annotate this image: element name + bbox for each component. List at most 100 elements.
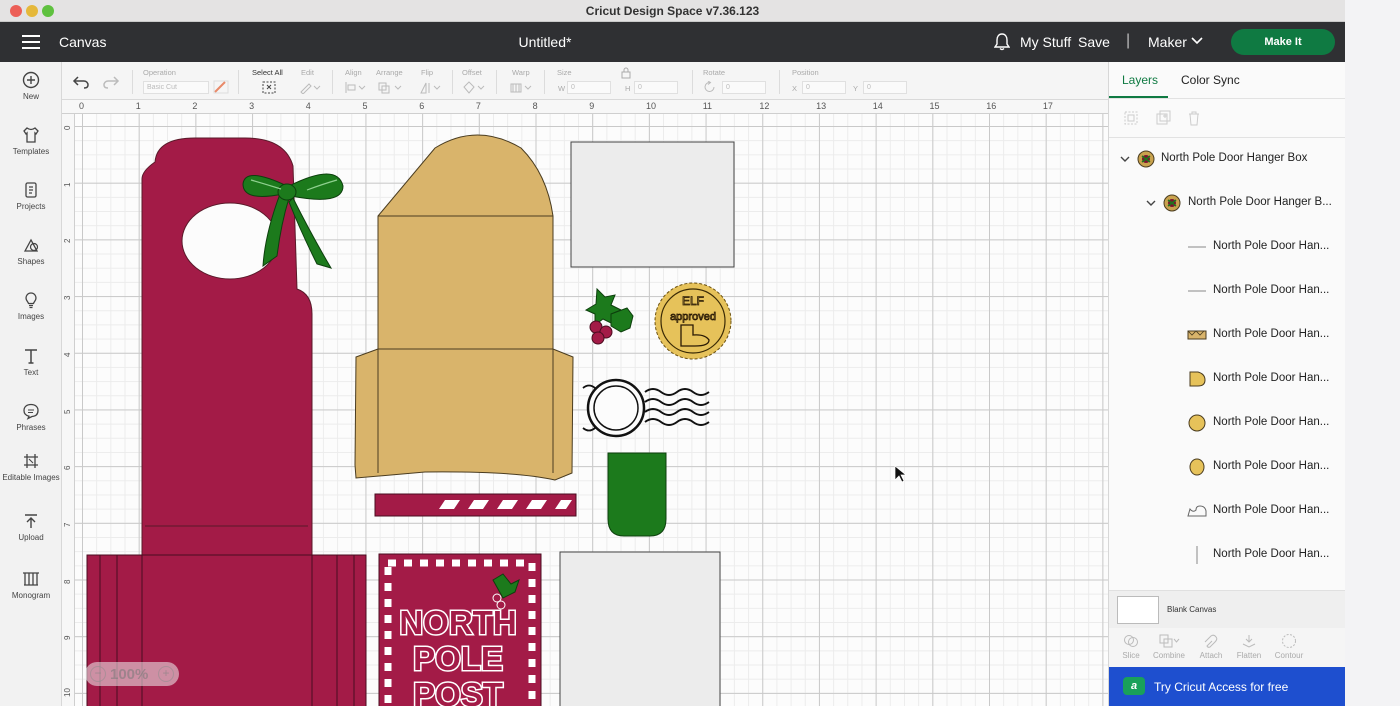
ruler-top-label: 0 — [79, 101, 85, 111]
machine-select[interactable]: Maker — [1148, 34, 1187, 50]
position-label: Position — [792, 68, 819, 77]
sidebar-item-images[interactable]: Images — [0, 291, 62, 321]
layer-row[interactable]: North Pole Door Han... — [1187, 237, 1342, 257]
group-icon[interactable] — [1123, 110, 1139, 126]
zoom-in-button[interactable]: + — [158, 666, 174, 682]
ruler-left: 0 1 2 3 4 5 6 7 8 9 10 — [62, 114, 75, 706]
duplicate-icon[interactable] — [1155, 110, 1171, 126]
layer-group-row[interactable]: North Pole Door Hanger B... — [1145, 193, 1345, 213]
layer-name: North Pole Door Hanger B... — [1188, 196, 1332, 208]
x-position-input[interactable]: 0 — [802, 81, 846, 94]
white-card-bottom[interactable] — [559, 551, 721, 706]
tab-layers[interactable]: Layers — [1122, 73, 1158, 87]
flip-icon[interactable] — [419, 81, 441, 94]
sidebar-item-monogram[interactable]: Monogram — [0, 570, 62, 600]
tan-box-shape[interactable] — [354, 134, 574, 481]
attach-button[interactable]: Attach — [1191, 633, 1231, 660]
sidebar-item-editable-images[interactable]: Editable Images — [0, 452, 62, 482]
line-horizontal-icon — [1188, 290, 1206, 292]
sidebar-item-upload[interactable]: Upload — [0, 512, 62, 542]
contour-label: Contour — [1274, 651, 1304, 660]
sidebar-item-phrases[interactable]: Phrases — [0, 402, 62, 432]
monogram-icon — [23, 572, 39, 586]
white-card-top[interactable] — [570, 141, 735, 268]
sidebar-item-new[interactable]: New — [0, 71, 62, 101]
title-bar: Cricut Design Space v7.36.123 — [0, 0, 1345, 22]
north-pole-post-card[interactable]: NORTH POLE POST — [378, 553, 542, 706]
sidebar-item-label: Phrases — [16, 423, 46, 432]
chevron-down-icon[interactable] — [1191, 36, 1203, 46]
elf-approved-seal[interactable]: ELF approved — [654, 282, 732, 360]
save-button[interactable]: Save — [1078, 34, 1110, 50]
size-h-label: H — [625, 84, 631, 93]
speech-bubble-icon — [23, 403, 39, 420]
postmark-graphic[interactable] — [582, 378, 710, 438]
toolbar-divider — [332, 70, 333, 94]
offset-icon[interactable] — [462, 81, 486, 94]
chevron-down-icon[interactable] — [1145, 198, 1157, 208]
sidebar-item-label: Monogram — [11, 591, 51, 600]
ruler-top-label: 3 — [249, 101, 255, 111]
tab-color-sync[interactable]: Color Sync — [1181, 73, 1240, 87]
document-title[interactable]: Untitled* — [0, 34, 1090, 50]
make-it-button[interactable]: Make It — [1231, 29, 1335, 55]
stamp-text-bottom: approved — [670, 311, 716, 323]
canvas-color-swatch[interactable] — [1117, 596, 1159, 624]
warp-icon[interactable] — [509, 81, 533, 94]
layer-row[interactable]: North Pole Door Han... — [1187, 457, 1342, 477]
ruler-left-label: 0 — [63, 125, 72, 130]
layer-row[interactable]: North Pole Door Han... — [1187, 545, 1342, 565]
ruler-top-label: 9 — [589, 101, 595, 111]
redo-icon[interactable] — [102, 74, 120, 90]
bell-icon[interactable] — [994, 33, 1010, 51]
rotate-input[interactable]: 0 — [722, 81, 766, 94]
design-canvas[interactable]: ELF approved NORTH POLE POST — [75, 114, 1108, 706]
undo-icon[interactable] — [72, 74, 90, 90]
ruler-left-label: 10 — [63, 688, 72, 697]
edit-icon[interactable] — [299, 81, 321, 94]
sidebar-item-templates[interactable]: Templates — [0, 126, 62, 156]
sidebar-item-text[interactable]: Text — [0, 347, 62, 377]
toolbar-divider — [132, 70, 133, 94]
sidebar-item-projects[interactable]: Projects — [0, 181, 62, 211]
candy-stripe-band[interactable] — [374, 493, 577, 517]
trash-icon[interactable] — [1186, 110, 1202, 126]
access-banner-text: Try Cricut Access for free — [1154, 680, 1289, 694]
ruler-top-label: 13 — [816, 101, 827, 111]
layer-row[interactable]: North Pole Door Han... — [1187, 501, 1342, 521]
text-icon — [25, 349, 37, 364]
layer-row[interactable]: North Pole Door Han... — [1187, 281, 1342, 301]
layer-name: North Pole Door Han... — [1213, 548, 1330, 560]
lightbulb-icon — [25, 292, 37, 309]
contour-button[interactable]: Contour — [1269, 633, 1309, 660]
layer-row[interactable]: North Pole Door Han... — [1187, 369, 1342, 389]
layer-row[interactable]: North Pole Door Han... — [1187, 325, 1342, 345]
layer-group-row[interactable]: North Pole Door Hanger Box — [1119, 149, 1339, 169]
chevron-down-icon[interactable] — [1119, 154, 1131, 164]
toolbar-divider — [692, 70, 693, 94]
width-input[interactable]: 0 — [567, 81, 611, 94]
y-position-input[interactable]: 0 — [863, 81, 907, 94]
cricut-access-banner[interactable]: a Try Cricut Access for free — [1109, 667, 1345, 706]
blank-canvas-row[interactable]: Blank Canvas — [1109, 590, 1345, 628]
warp-label: Warp — [512, 68, 530, 77]
rotate-icon[interactable] — [703, 81, 717, 94]
height-input[interactable]: 0 — [634, 81, 678, 94]
my-stuff-link[interactable]: My Stuff — [1020, 34, 1071, 50]
zoom-out-button[interactable]: − — [90, 666, 106, 682]
panel-divider — [1109, 98, 1345, 99]
slice-button[interactable]: Slice — [1111, 633, 1151, 660]
select-all-icon[interactable] — [261, 80, 277, 95]
align-icon[interactable] — [344, 81, 366, 94]
green-pocket-shape[interactable] — [607, 452, 667, 537]
arrange-icon[interactable] — [377, 81, 403, 94]
app-window: Cricut Design Space v7.36.123 Canvas Unt… — [0, 0, 1345, 706]
sidebar-item-shapes[interactable]: Shapes — [0, 236, 62, 266]
lock-icon[interactable] — [621, 67, 631, 79]
flatten-button[interactable]: Flatten — [1229, 633, 1269, 660]
combine-button[interactable]: Combine — [1149, 633, 1189, 660]
layer-row[interactable]: North Pole Door Han... — [1187, 413, 1342, 433]
pen-color-icon[interactable] — [213, 80, 229, 94]
holly-graphic[interactable] — [584, 287, 634, 345]
operation-select[interactable]: Basic Cut — [143, 81, 209, 94]
